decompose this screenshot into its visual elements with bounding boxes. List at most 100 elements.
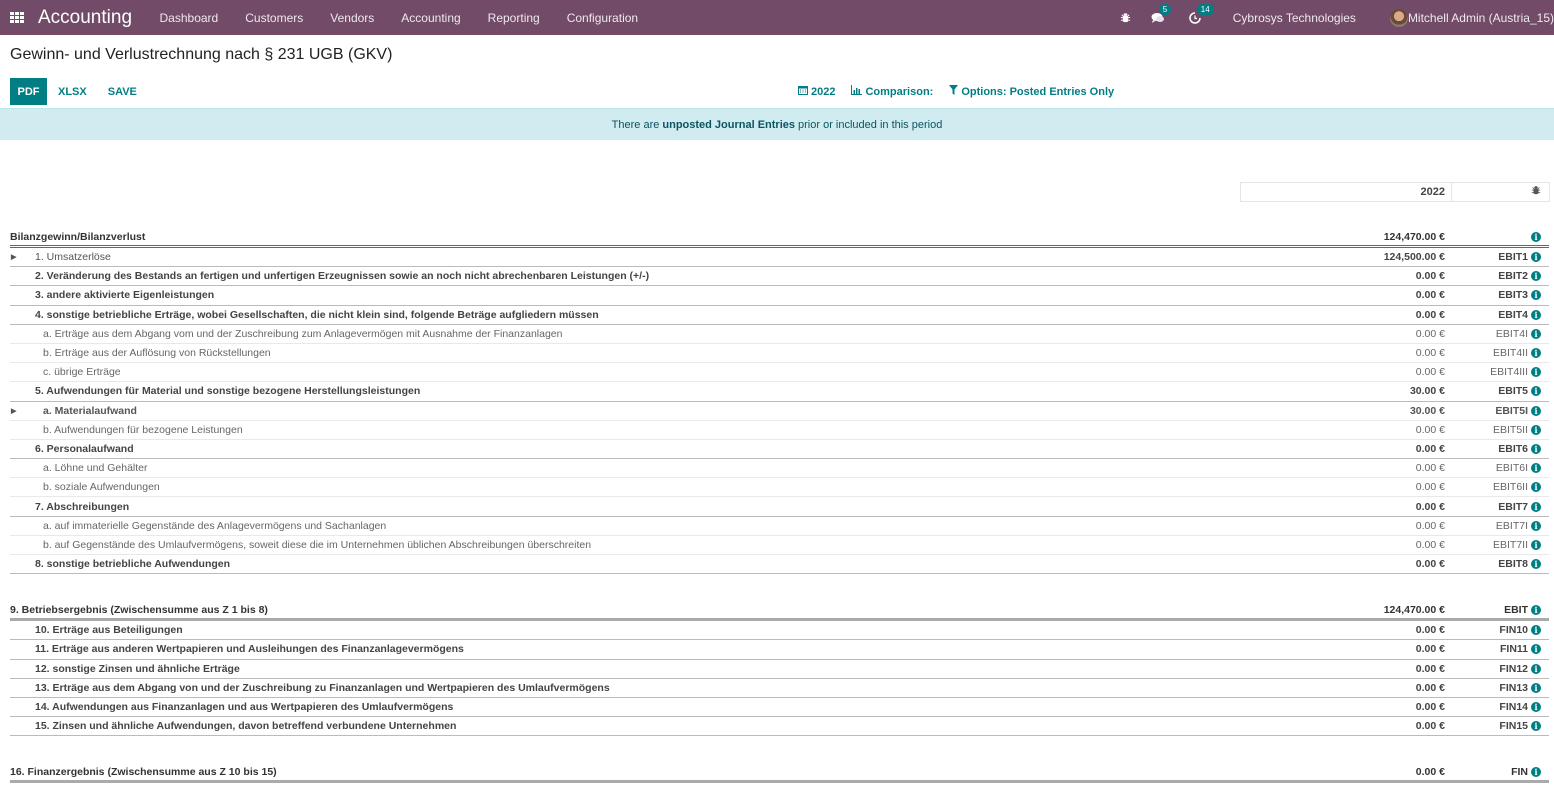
line-amount[interactable]: 0.00 €: [1416, 663, 1445, 675]
info-icon[interactable]: i: [1531, 367, 1541, 378]
line-amount[interactable]: 0.00 €: [1416, 309, 1445, 321]
line-amount[interactable]: 124,470.00 €: [1384, 231, 1445, 243]
line-code-text: FIN10: [1499, 624, 1528, 637]
line-amount[interactable]: 0.00 €: [1416, 520, 1445, 532]
info-icon[interactable]: i: [1531, 231, 1541, 242]
line-amount[interactable]: 0.00 €: [1416, 558, 1445, 570]
unposted-entries-link[interactable]: unposted Journal Entries: [662, 119, 795, 131]
info-icon[interactable]: i: [1531, 405, 1541, 416]
line-code-text: EBIT8: [1498, 558, 1528, 571]
line-amount[interactable]: 0.00 €: [1416, 766, 1445, 778]
line-label: 1. Umsatzerlöse: [35, 251, 111, 264]
line-amount[interactable]: 30.00 €: [1410, 405, 1445, 417]
line-label: 10. Erträge aus Beteiligungen: [35, 624, 183, 637]
line-label: 4. sonstige betriebliche Erträge, wobei …: [35, 308, 599, 321]
line-amount[interactable]: 30.00 €: [1410, 385, 1445, 397]
info-icon[interactable]: i: [1531, 290, 1541, 301]
options-filter[interactable]: Options: Posted Entries Only: [949, 85, 1114, 98]
info-icon[interactable]: i: [1531, 663, 1541, 674]
report-line: 6. Personalaufwand 0.00 € EBIT6 i: [10, 440, 1549, 460]
line-amount[interactable]: 0.00 €: [1416, 481, 1445, 493]
line-label: 16. Finanzergebnis (Zwischensumme aus Z …: [10, 765, 277, 778]
line-amount[interactable]: 0.00 €: [1416, 701, 1445, 713]
line-amount[interactable]: 124,470.00 €: [1384, 604, 1445, 616]
info-icon[interactable]: i: [1531, 348, 1541, 359]
date-filter[interactable]: 2022: [798, 85, 835, 98]
info-icon[interactable]: i: [1531, 501, 1541, 512]
debug-bug-icon[interactable]: [1120, 12, 1131, 23]
line-code-text: EBIT1: [1498, 251, 1528, 264]
expand-caret-icon[interactable]: ▶: [11, 407, 16, 415]
line-label: c. übrige Erträge: [43, 366, 121, 379]
line-code-text: EBIT4II: [1492, 347, 1528, 360]
info-icon[interactable]: i: [1531, 520, 1541, 531]
xlsx-button[interactable]: XLSX: [58, 86, 87, 98]
line-label: 14. Aufwendungen aus Finanzanlagen und a…: [35, 701, 454, 714]
menu-reporting[interactable]: Reporting: [474, 11, 553, 25]
expand-caret-icon[interactable]: ▶: [11, 253, 16, 261]
info-icon[interactable]: i: [1531, 386, 1541, 397]
report-line: 16. Finanzergebnis (Zwischensumme aus Z …: [10, 763, 1549, 784]
info-icon[interactable]: i: [1531, 424, 1541, 435]
user-menu[interactable]: Mitchell Admin (Austria_15): [1389, 8, 1554, 27]
line-amount[interactable]: 0.00 €: [1416, 347, 1445, 359]
info-icon[interactable]: i: [1531, 721, 1541, 732]
info-icon[interactable]: i: [1531, 702, 1541, 713]
line-code: FIN11 i: [1500, 643, 1541, 655]
line-label: 6. Personalaufwand: [35, 442, 134, 455]
messages-icon[interactable]: 5: [1151, 3, 1172, 24]
info-icon[interactable]: i: [1531, 482, 1541, 493]
info-icon[interactable]: i: [1531, 766, 1541, 777]
save-button[interactable]: SAVE: [108, 86, 137, 98]
info-icon[interactable]: i: [1531, 604, 1541, 615]
bar-chart-icon: [851, 85, 863, 98]
apps-grid-icon[interactable]: [10, 11, 24, 24]
activities-count-badge: 14: [1196, 3, 1214, 15]
info-icon[interactable]: i: [1531, 443, 1541, 454]
report-line[interactable]: ▶ 1. Umsatzerlöse 124,500.00 € EBIT1 i: [10, 248, 1549, 268]
info-icon[interactable]: i: [1531, 644, 1541, 655]
info-icon[interactable]: i: [1531, 252, 1541, 263]
info-icon[interactable]: i: [1531, 682, 1541, 693]
debug-column-icon: [1452, 183, 1549, 201]
line-amount[interactable]: 0.00 €: [1416, 462, 1445, 474]
line-amount[interactable]: 0.00 €: [1416, 624, 1445, 636]
line-amount[interactable]: 0.00 €: [1416, 643, 1445, 655]
app-title[interactable]: Accounting: [38, 7, 132, 29]
line-label: b. Erträge aus der Auflösung von Rückste…: [43, 347, 271, 360]
info-icon[interactable]: i: [1531, 271, 1541, 282]
activities-clock-icon[interactable]: 14: [1188, 3, 1214, 24]
line-amount[interactable]: 0.00 €: [1416, 289, 1445, 301]
line-amount[interactable]: 124,500.00 €: [1384, 251, 1445, 263]
line-amount[interactable]: 0.00 €: [1416, 366, 1445, 378]
info-icon[interactable]: i: [1531, 328, 1541, 339]
info-icon[interactable]: i: [1531, 309, 1541, 320]
line-amount[interactable]: 0.00 €: [1416, 424, 1445, 436]
info-icon[interactable]: i: [1531, 539, 1541, 550]
report-toolbar: PDF XLSX SAVE 2022 Comparison: Options:: [10, 78, 1544, 105]
line-amount[interactable]: 0.00 €: [1416, 539, 1445, 551]
line-amount[interactable]: 0.00 €: [1416, 720, 1445, 732]
comparison-filter[interactable]: Comparison:: [851, 85, 933, 98]
company-switcher[interactable]: Cybrosys Technologies: [1233, 11, 1356, 25]
menu-customers[interactable]: Customers: [232, 11, 317, 25]
pdf-button[interactable]: PDF: [10, 78, 47, 105]
line-amount[interactable]: 0.00 €: [1416, 443, 1445, 455]
line-label: 2. Veränderung des Bestands an fertigen …: [35, 270, 650, 283]
menu-configuration[interactable]: Configuration: [553, 11, 651, 25]
line-amount[interactable]: 0.00 €: [1416, 328, 1445, 340]
report-line: b. auf Gegenstände des Umlaufvermögens, …: [10, 536, 1549, 555]
menu-dashboard[interactable]: Dashboard: [146, 11, 232, 25]
line-label: a. Löhne und Gehälter: [43, 462, 148, 475]
info-icon[interactable]: i: [1531, 463, 1541, 474]
line-amount[interactable]: 0.00 €: [1416, 270, 1445, 282]
info-icon[interactable]: i: [1531, 625, 1541, 636]
report-line[interactable]: ▶ a. Materialaufwand 30.00 € EBIT5I i: [10, 402, 1549, 421]
line-code: FIN12 i: [1499, 663, 1541, 675]
line-amount[interactable]: 0.00 €: [1416, 682, 1445, 694]
menu-vendors[interactable]: Vendors: [317, 11, 388, 25]
info-icon[interactable]: i: [1531, 559, 1541, 570]
menu-accounting[interactable]: Accounting: [388, 11, 474, 25]
line-amount[interactable]: 0.00 €: [1416, 501, 1445, 513]
